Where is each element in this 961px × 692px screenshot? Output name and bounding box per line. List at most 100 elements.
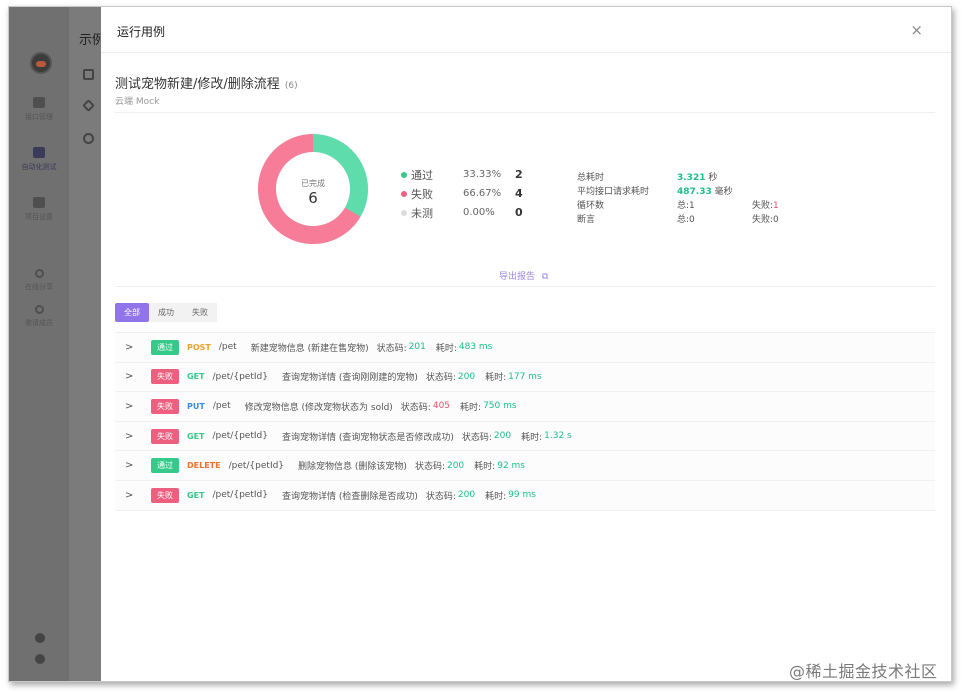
chevron-right-icon[interactable]: > (125, 371, 137, 382)
assert-total: 总:0 (677, 214, 695, 225)
legend-percent: 33.33% (463, 169, 502, 180)
elapsed-time: 483 ms (458, 342, 493, 353)
api-description: 新建宠物信息 (新建在售宠物) (250, 343, 369, 354)
legend-fail: 失败 66.67% 4 (401, 184, 523, 203)
export-report-link[interactable]: 导出报告 ⧉ (499, 269, 548, 282)
legend-count: 2 (515, 168, 523, 181)
legend-untested: 未测 0.00% 0 (401, 203, 523, 222)
tab-all[interactable]: 全部 (115, 303, 149, 322)
sidebar-item-label: 自动化测试 (21, 163, 57, 171)
list-item[interactable]: > 失败 GET/pet/{petId} 查询宠物详情 (检查删除是否成功) 状态码: 2… (115, 480, 935, 511)
screenshot-frame: 接口管理 自动化测试 项目设置 在线分享 邀请成员 示例 运行用例 × (8, 6, 952, 682)
metric-value: 487.33 毫秒 (677, 184, 752, 197)
chevron-right-icon[interactable]: > (125, 431, 137, 442)
tab-success[interactable]: 成功 (149, 303, 183, 322)
api-path: /pet (212, 401, 231, 412)
sidebar-item-share[interactable]: 在线分享 (9, 269, 69, 292)
status-badge: 通过 (151, 458, 179, 474)
list-item[interactable]: > 失败 GET/pet/{petId} 查询宠物详情 (查询宠物状态是否修改成功) 状… (115, 421, 935, 452)
page-title: 示例 (79, 33, 101, 48)
api-description: 修改宠物信息 (修改宠物状态为 sold) (244, 402, 393, 413)
status-code-label: 状态码: (461, 432, 492, 443)
legend-percent: 0.00% (463, 207, 495, 218)
settings-icon (33, 197, 45, 208)
metric-avg-time: 平均接口请求耗时 487.33 毫秒 (577, 183, 812, 197)
metric-label: 总耗时 (577, 172, 605, 183)
api-path: /pet (218, 342, 237, 353)
result-filter-tabs: 全部 成功 失败 (115, 303, 217, 322)
list-item[interactable]: > 通过 POST/pet 新建宠物信息 (新建在售宠物) 状态码: 201 耗时: 483 … (115, 333, 935, 363)
metric-value: 3.321 秒 (677, 170, 752, 183)
loop-fail-label: 失败: (752, 200, 774, 211)
case-title: 测试宠物新建/修改/删除流程 (115, 77, 280, 92)
list-item[interactable]: > 通过 DELETE/pet/{petId} 删除宠物信息 (删除该宠物) 状态码: 2… (115, 451, 935, 481)
elapsed-time: 99 ms (508, 490, 536, 501)
close-icon[interactable]: × (910, 21, 923, 39)
chevron-right-icon[interactable]: > (125, 490, 137, 501)
app-logo-icon (30, 52, 52, 74)
gear-icon[interactable] (35, 654, 45, 664)
sidebar-item-settings[interactable]: 项目设置 (9, 197, 69, 222)
elapsed-time: 177 ms (508, 371, 542, 382)
http-method: DELETE (187, 461, 221, 471)
sidebar-item-label: 在线分享 (25, 283, 53, 291)
elapsed-time: 1.32 s (544, 431, 572, 442)
elapsed-time: 92 ms (497, 460, 525, 471)
http-method: GET (187, 490, 205, 500)
http-method: GET (187, 372, 205, 382)
metric-label: 断言 (577, 214, 596, 225)
list-item[interactable]: > 失败 PUT/pet 修改宠物信息 (修改宠物状态为 sold) 状态码: 405 耗时… (115, 392, 935, 422)
status-badge: 失败 (151, 428, 179, 444)
watermark: @稀土掘金技术社区 (789, 662, 938, 681)
bell-icon[interactable] (35, 633, 45, 643)
avg-time-value: 487.33 (677, 186, 712, 197)
sidebar-item-autotest[interactable]: 自动化测试 (9, 147, 69, 172)
modal-header: 运行用例 × (101, 7, 951, 53)
api-path: /pet/{petId} (212, 371, 268, 382)
untested-dot-icon (401, 209, 407, 216)
api-path: /pet/{petId} (212, 490, 268, 501)
chevron-right-icon[interactable]: > (125, 460, 137, 471)
api-path: /pet/{petId} (228, 460, 285, 471)
status-code: 201 (408, 342, 426, 353)
stats-panel: 已完成 6 通过 33.33% 2 失败 66.67% 4 未测 0.00% 0… (115, 112, 935, 287)
total-time-unit: 秒 (708, 172, 718, 183)
metric-label: 平均接口请求耗时 (577, 186, 650, 197)
time-label: 耗时: (485, 491, 507, 502)
time-label: 耗时: (521, 432, 543, 443)
time-label: 耗时: (460, 402, 482, 413)
api-description: 查询宠物详情 (查询宠物状态是否修改成功) (281, 432, 454, 443)
sidebar-item-api[interactable]: 接口管理 (9, 97, 69, 122)
status-code: 200 (446, 460, 465, 471)
time-label: 耗时: (485, 373, 507, 384)
loop-fail-value: 1 (773, 200, 779, 211)
status-badge: 失败 (151, 369, 179, 385)
status-code-label: 状态码: (425, 491, 456, 502)
legend-pass: 通过 33.33% 2 (401, 165, 523, 184)
status-code: 200 (457, 371, 476, 382)
metric-asserts: 断言 总:0 失败:0 (577, 211, 812, 225)
total-time-value: 3.321 (677, 172, 706, 183)
sidebar-item-invite[interactable]: 邀请成员 (9, 305, 69, 328)
legend-count: 4 (515, 187, 523, 200)
list-item[interactable]: > 失败 GET/pet/{petId} 查询宠物详情 (查询刚刚建的宠物) 状态码: 2… (115, 362, 935, 393)
clock-icon[interactable] (83, 133, 94, 144)
metric-total-time: 总耗时 3.321 秒 (577, 169, 812, 183)
metric-loops: 循环数 总:1 失败:1 (577, 197, 812, 211)
chevron-right-icon[interactable]: > (125, 342, 137, 353)
http-method: GET (187, 431, 205, 441)
result-legend: 通过 33.33% 2 失败 66.67% 4 未测 0.00% 0 (401, 165, 523, 222)
calendar-icon (33, 97, 45, 108)
tab-failed[interactable]: 失败 (183, 303, 217, 322)
chevron-right-icon[interactable]: > (125, 401, 137, 412)
metric-label: 循环数 (577, 200, 605, 211)
case-count: (6) (284, 81, 298, 91)
external-link-icon: ⧉ (541, 272, 549, 282)
status-code-label: 状态码: (425, 373, 456, 384)
http-method: PUT (187, 401, 205, 411)
donut-total: 6 (308, 189, 318, 207)
case-environment: 云端 Mock (115, 97, 160, 107)
fail-dot-icon (401, 190, 407, 197)
document-icon[interactable] (83, 69, 94, 80)
donut-label: 已完成 (301, 179, 325, 188)
